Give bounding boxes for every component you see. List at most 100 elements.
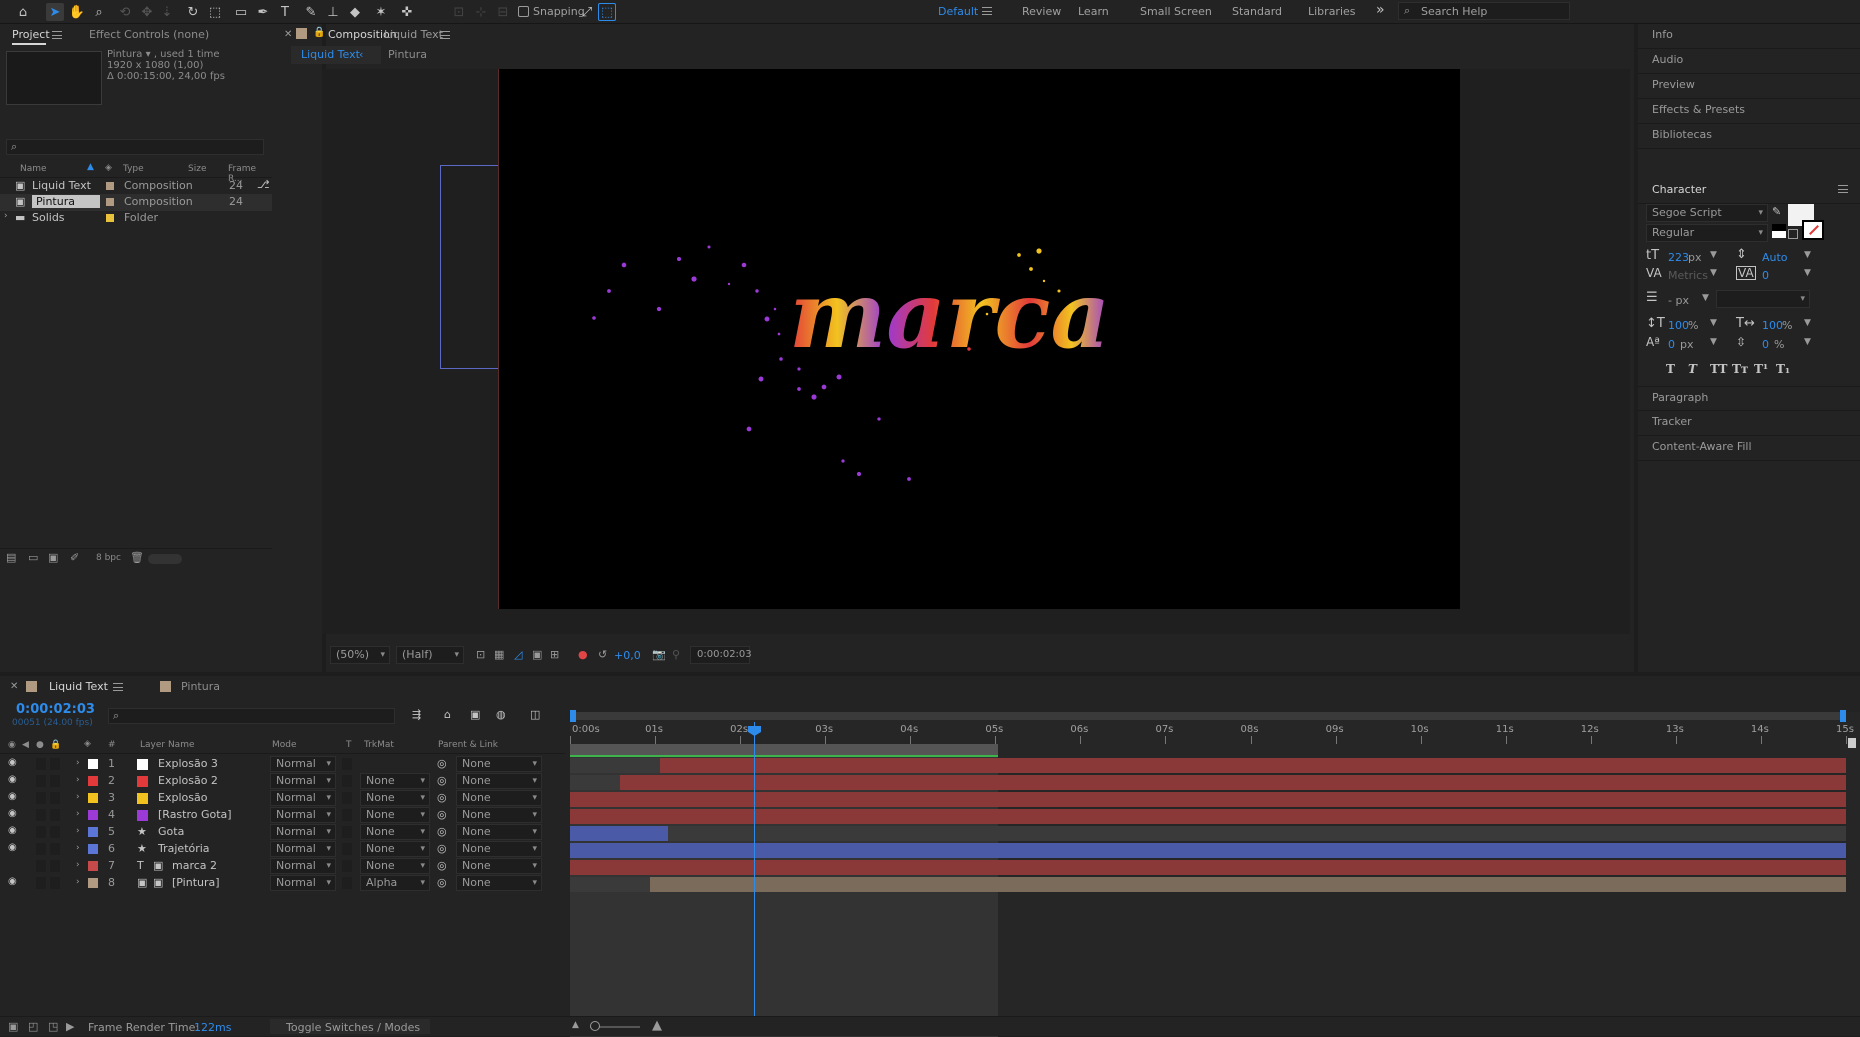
font-size-value[interactable]: 223 [1668,251,1689,264]
panel-content-aware-fill[interactable]: Content-Aware Fill [1638,436,1860,461]
graph-editor-icon[interactable]: ◫ [530,708,540,721]
align-world-axis-icon[interactable]: ⊹ [472,3,490,21]
col-preserve-transparency[interactable]: T [346,740,352,750]
blend-mode-dropdown[interactable]: Normal [270,824,336,840]
layer-row[interactable]: ◉›4[Rastro Gota]NormalNone◎None [0,807,565,824]
lock-toggle[interactable] [50,843,60,855]
preserve-transparency-toggle[interactable] [342,826,352,838]
tsume-dropdown-icon[interactable]: ▼ [1804,337,1811,347]
solo-toggle[interactable] [36,792,46,804]
label-swatch[interactable] [88,844,98,854]
parent-dropdown[interactable]: None [456,773,542,789]
layer-row[interactable]: › 7 T ▣ marca 2 Normal None ◎ None [0,858,565,875]
zoom-dropdown[interactable]: (50%) [330,646,390,664]
viewer-menu-icon[interactable] [440,31,450,39]
workspace-small-screen[interactable]: Small Screen [1140,5,1212,18]
search-help-field[interactable]: ⌕ Search Help [1398,2,1570,20]
expand-arrow-icon[interactable]: › [76,792,80,802]
label-swatch[interactable] [88,810,98,820]
draft-3d-icon[interactable]: ⌂ [444,708,451,721]
expand-arrow-icon[interactable]: › [76,775,80,785]
interpret-footage-icon[interactable]: ▤ [6,551,16,564]
track-matte-dropdown[interactable]: None [360,824,430,840]
blend-mode-dropdown[interactable]: Normal [270,790,336,806]
layer-duration-bar[interactable] [570,775,1846,790]
faux-italic-button[interactable]: T [1688,362,1697,376]
label-swatch[interactable] [106,182,114,190]
label-swatch[interactable] [88,776,98,786]
breadcrumb-pintura[interactable]: Pintura [388,48,427,61]
layer-name[interactable]: Explosão [158,791,207,804]
superscript-button[interactable]: T¹ [1754,362,1768,376]
work-area-start-handle[interactable] [570,710,576,722]
eye-icon[interactable]: ◉ [8,774,17,785]
solo-toggle[interactable] [36,826,46,838]
lock-toggle[interactable] [50,758,60,770]
eye-icon[interactable]: ◉ [8,757,17,768]
layer-name[interactable]: Gota [158,825,184,838]
track-matte-dropdown[interactable]: None [360,841,430,857]
snapping-checkbox[interactable] [518,6,529,17]
expand-workspaces-icon[interactable]: » [1376,2,1385,18]
faux-bold-button[interactable]: T [1666,362,1675,376]
expand-arrow-icon[interactable]: › [4,211,8,221]
zoom-out-icon[interactable]: ▲ [572,1020,579,1030]
pick-whip-icon[interactable]: ◎ [437,808,447,821]
grid-guides-icon[interactable]: ⊞ [550,648,559,661]
eyedropper-icon[interactable]: ✎ [1772,205,1781,218]
project-item[interactable]: ▣ Liquid Text Composition 24 ⎇ [0,178,272,195]
mask-visibility-icon[interactable]: ◿ [514,648,522,661]
selection-tool-icon[interactable]: ➤ [46,3,64,21]
label-header-icon[interactable]: ◈ [84,739,91,749]
label-swatch[interactable] [88,793,98,803]
panel-tracker[interactable]: Tracker [1638,411,1860,436]
blend-mode-dropdown[interactable]: Normal [270,773,336,789]
project-item[interactable]: › ▬ Solids Folder [0,210,272,227]
pick-whip-icon[interactable]: ◎ [437,791,447,804]
audio-toggle-header-icon[interactable]: ◀ [22,740,29,750]
label-swatch[interactable] [88,861,98,871]
layer-row[interactable]: ◉›1Explosão 3Normal◎None [0,756,565,773]
font-family-dropdown[interactable]: Segoe Script [1646,204,1768,222]
preserve-transparency-toggle[interactable] [342,877,352,889]
hide-shy-layers-icon[interactable]: ▣ [470,708,480,721]
rectangle-tool-icon[interactable]: ▭ [232,3,250,21]
video-toggle-header-icon[interactable]: ◉ [8,740,16,750]
col-name[interactable]: Name [20,164,47,174]
parent-dropdown[interactable]: None [456,875,542,891]
lock-toggle[interactable] [50,775,60,787]
panel-info[interactable]: Info [1638,24,1860,49]
pick-whip-icon[interactable]: ◎ [437,842,447,855]
solo-toggle[interactable] [36,758,46,770]
baseline-shift-dropdown-icon[interactable]: ▼ [1710,337,1717,347]
layer-duration-bar[interactable] [570,758,1846,773]
lock-toggle[interactable] [50,792,60,804]
project-search-input[interactable]: ⌕ [6,139,264,155]
workspace-learn[interactable]: Learn [1078,5,1109,18]
show-snapshot-icon[interactable]: ⚲ [672,648,680,661]
parent-dropdown[interactable]: None [456,790,542,806]
project-item[interactable]: ▣ Pintura Composition 24 [0,194,272,211]
pick-whip-icon[interactable]: ◎ [437,757,447,770]
timeline-menu-icon[interactable] [113,683,123,691]
parent-dropdown[interactable]: None [456,824,542,840]
solo-toggle[interactable] [36,809,46,821]
label-swatch[interactable] [88,827,98,837]
layer-name[interactable]: Explosão 2 [158,774,218,787]
leading-value[interactable]: Auto [1762,251,1788,264]
col-type[interactable]: Type [123,164,144,174]
reset-exposure-icon[interactable]: ↺ [598,648,607,661]
layer-name[interactable]: [Pintura] [172,876,220,889]
layer-duration-bar[interactable] [570,826,1846,841]
expand-arrow-icon[interactable]: › [76,826,80,836]
lock-toggle[interactable] [50,809,60,821]
parent-dropdown[interactable]: None [456,807,542,823]
bpc-button[interactable]: 8 bpc [96,553,121,563]
expand-arrow-icon[interactable]: › [76,877,80,887]
preserve-transparency-toggle[interactable] [342,860,352,872]
leading-dropdown-icon[interactable]: ▼ [1804,250,1811,260]
clone-stamp-tool-icon[interactable]: ⊥ [324,3,342,21]
exposure-value[interactable]: +0,0 [614,649,641,662]
layer-row[interactable]: ◉›2Explosão 2NormalNone◎None [0,773,565,790]
stroke-width-dropdown-icon[interactable]: ▼ [1702,293,1709,303]
